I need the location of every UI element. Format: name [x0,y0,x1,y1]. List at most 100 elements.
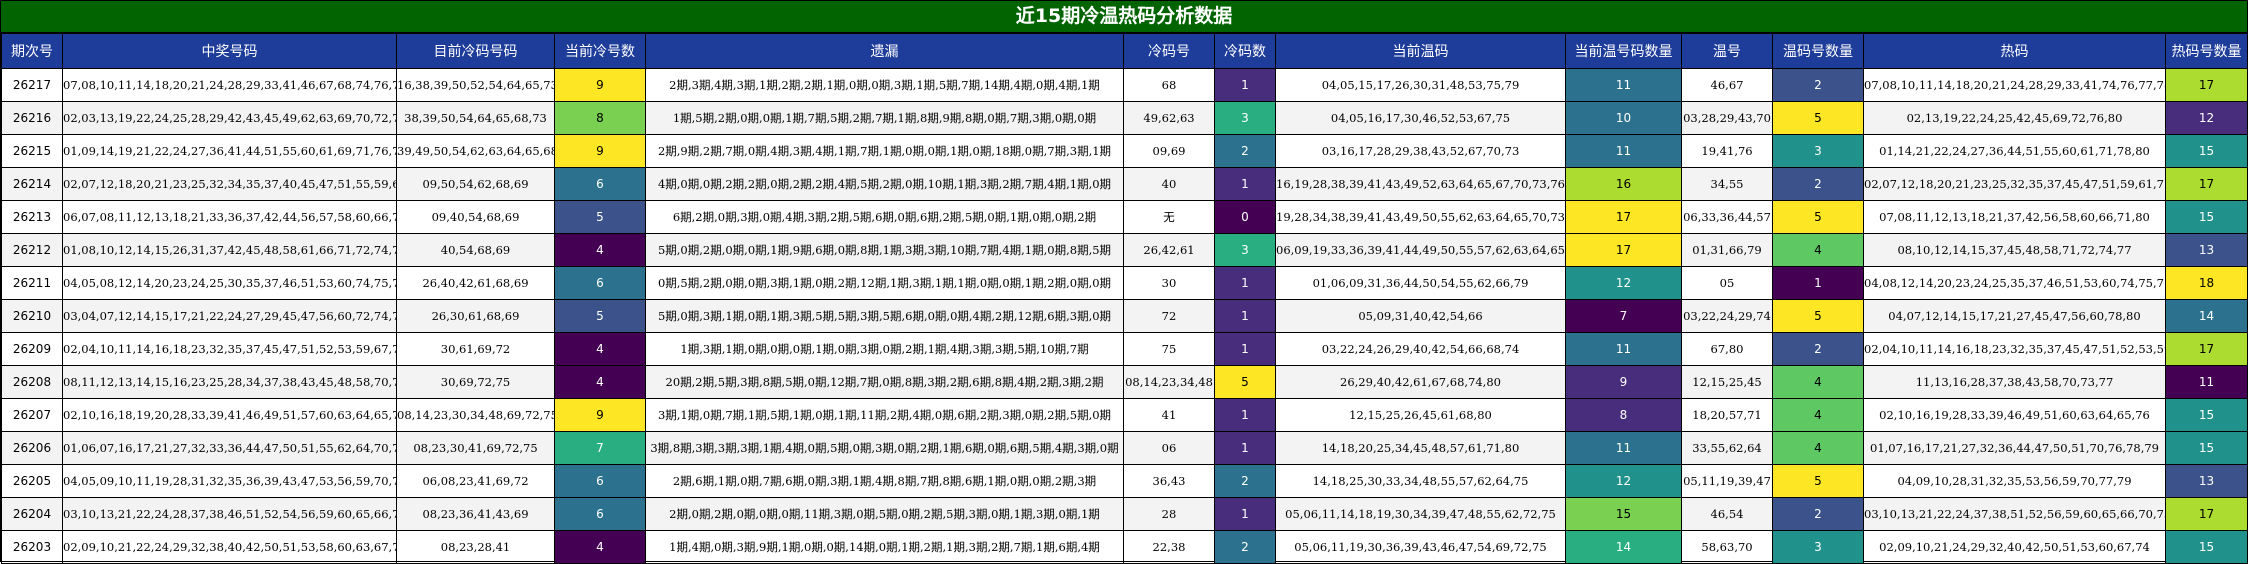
table-row: 26214 02,07,12,18,20,21,23,25,32,34,35,37… [1,167,2248,201]
cold-count-cell: 9 [554,134,646,168]
warm-code-cell: 19,41,76 [1681,134,1773,168]
table-row: 26203 02,09,10,21,22,24,29,32,38,40,42,50… [1,530,2248,564]
table-row: 26215 01,09,14,19,21,22,24,27,36,41,44,51… [1,134,2248,168]
table-row: 26206 01,06,07,16,17,21,27,32,33,36,44,47… [1,431,2248,465]
warm-code-cell: 46,67 [1681,68,1773,102]
hot-numbers-cell: 04,09,10,28,31,32,35,53,56,59,70,77,79 [1863,464,2166,498]
cold-code-count-cell: 2 [1214,134,1276,168]
cold-count-cell: 7 [554,431,646,465]
cold-code-cell: 41 [1123,398,1215,432]
cold-code-count-cell: 2 [1214,464,1276,498]
winning-numbers-cell: 02,04,10,11,14,16,18,23,32,35,37,45,47,5… [62,332,397,366]
warm-numbers-cell: 26,29,40,42,61,67,68,74,80 [1275,365,1566,399]
cold-numbers-cell: 30,69,72,75 [396,365,555,399]
warm-numbers-cell: 14,18,25,30,33,34,48,55,57,62,64,75 [1275,464,1566,498]
period-cell: 26214 [1,167,63,201]
hot-numbers-cell: 02,04,10,11,14,16,18,23,32,35,37,45,47,5… [1863,332,2166,366]
cold-code-cell: 68 [1123,68,1215,102]
table-row: 26216 02,03,13,19,22,24,25,28,29,42,43,45… [1,101,2248,135]
cold-numbers-cell: 08,23,36,41,43,69 [396,497,555,531]
hot-count-cell: 13 [2165,233,2248,267]
miss-cell: 20期,2期,5期,3期,8期,5期,0期,12期,7期,0期,8期,3期,2期… [645,365,1124,399]
warm-code-count-cell: 3 [1772,530,1864,564]
cold-numbers-cell: 26,30,61,68,69 [396,299,555,333]
cold-code-cell: 08,14,23,34,48 [1123,365,1215,399]
column-header: 热码号数量 [2165,33,2248,69]
hot-count-cell: 18 [2165,266,2248,300]
miss-cell: 3期,1期,0期,7期,1期,5期,1期,0期,1期,11期,2期,4期,0期,… [645,398,1124,432]
miss-cell: 1期,5期,2期,0期,0期,1期,7期,5期,2期,7期,1期,8期,9期,8… [645,101,1124,135]
warm-code-count-cell: 2 [1772,68,1864,102]
hot-numbers-cell: 11,13,16,28,37,38,43,58,70,73,77 [1863,365,2166,399]
warm-numbers-cell: 12,15,25,26,45,61,68,80 [1275,398,1566,432]
miss-cell: 2期,6期,1期,0期,7期,6期,0期,3期,1期,4期,8期,7期,8期,6… [645,464,1124,498]
warm-numbers-cell: 14,18,20,25,34,45,48,57,61,71,80 [1275,431,1566,465]
table-row: 26210 03,04,07,12,14,15,17,21,22,24,27,29… [1,299,2248,333]
column-header: 期次号 [1,33,63,69]
table-row: 26209 02,04,10,11,14,16,18,23,32,35,37,45… [1,332,2248,366]
period-cell: 26217 [1,68,63,102]
cold-count-cell: 4 [554,233,646,267]
warm-code-count-cell: 5 [1772,464,1864,498]
cold-code-count-cell: 1 [1214,497,1276,531]
cold-code-count-cell: 2 [1214,530,1276,564]
winning-numbers-cell: 01,06,07,16,17,21,27,32,33,36,44,47,50,5… [62,431,397,465]
column-header: 遗漏 [645,33,1124,69]
warm-code-count-cell: 4 [1772,398,1864,432]
period-cell: 26208 [1,365,63,399]
winning-numbers-cell: 06,07,08,11,12,13,18,21,33,36,37,42,44,5… [62,200,397,234]
period-cell: 26204 [1,497,63,531]
cold-code-count-cell: 1 [1214,398,1276,432]
hot-count-cell: 13 [2165,464,2248,498]
cold-code-count-cell: 1 [1214,299,1276,333]
warm-code-cell: 67,80 [1681,332,1773,366]
hot-count-cell: 12 [2165,101,2248,135]
hot-count-cell: 15 [2165,134,2248,168]
hot-numbers-cell: 07,08,10,11,14,18,20,21,24,28,29,33,41,7… [1863,68,2166,102]
column-header: 当前温码 [1275,33,1566,69]
cold-code-count-cell: 1 [1214,332,1276,366]
page-title: 近15期冷温热码分析数据 [1,1,2247,33]
miss-cell: 2期,9期,2期,7期,0期,4期,3期,4期,1期,7期,1期,0期,0期,1… [645,134,1124,168]
miss-cell: 5期,0期,2期,0期,0期,1期,9期,6期,0期,8期,1期,3期,3期,1… [645,233,1124,267]
winning-numbers-cell: 08,11,12,13,14,15,16,23,25,28,34,37,38,4… [62,365,397,399]
miss-cell: 1期,3期,1期,0期,0期,0期,1期,0期,3期,0期,2期,1期,4期,3… [645,332,1124,366]
column-header: 温码号数量 [1772,33,1864,69]
warm-code-count-cell: 4 [1772,431,1864,465]
column-header: 冷码数 [1214,33,1276,69]
cold-code-count-cell: 1 [1214,431,1276,465]
cold-code-cell: 06 [1123,431,1215,465]
cold-code-cell: 09,69 [1123,134,1215,168]
warm-count-cell: 11 [1565,431,1682,465]
warm-code-count-cell: 4 [1772,365,1864,399]
winning-numbers-cell: 03,04,07,12,14,15,17,21,22,24,27,29,45,4… [62,299,397,333]
warm-count-cell: 16 [1565,167,1682,201]
hot-numbers-cell: 01,14,21,22,24,27,36,44,51,55,60,61,71,7… [1863,134,2166,168]
warm-code-count-cell: 3 [1772,134,1864,168]
cold-numbers-cell: 26,40,42,61,68,69 [396,266,555,300]
table-row: 26204 03,10,13,21,22,24,28,37,38,46,51,52… [1,497,2248,531]
cold-count-cell: 9 [554,68,646,102]
hot-count-cell: 15 [2165,530,2248,564]
hot-count-cell: 15 [2165,431,2248,465]
warm-numbers-cell: 04,05,16,17,30,46,52,53,67,75 [1275,101,1566,135]
cold-code-count-cell: 3 [1214,233,1276,267]
table-row: 26205 04,05,09,10,11,19,28,31,32,35,36,39… [1,464,2248,498]
warm-code-cell: 12,15,25,45 [1681,365,1773,399]
winning-numbers-cell: 07,08,10,11,14,18,20,21,24,28,29,33,41,4… [62,68,397,102]
hot-numbers-cell: 07,08,11,12,13,18,21,37,42,56,58,60,66,7… [1863,200,2166,234]
warm-code-count-cell: 5 [1772,101,1864,135]
cold-numbers-cell: 08,14,23,30,34,48,69,72,75 [396,398,555,432]
cold-code-cell: 72 [1123,299,1215,333]
warm-code-count-cell: 1 [1772,266,1864,300]
cold-numbers-cell: 38,39,50,54,64,65,68,73 [396,101,555,135]
warm-count-cell: 9 [1565,365,1682,399]
cold-count-cell: 5 [554,299,646,333]
cold-code-cell: 75 [1123,332,1215,366]
warm-count-cell: 11 [1565,134,1682,168]
table-header-row: 期次号 中奖号码 目前冷码号码 当前冷号数 遗漏 冷码号 冷码数 当前温码 当前温号码数量 温号温… [1,33,2248,69]
cold-numbers-cell: 09,50,54,62,68,69 [396,167,555,201]
warm-code-count-cell: 5 [1772,200,1864,234]
period-cell: 26216 [1,101,63,135]
table-row: 26207 02,10,16,18,19,20,28,33,39,41,46,49… [1,398,2248,432]
